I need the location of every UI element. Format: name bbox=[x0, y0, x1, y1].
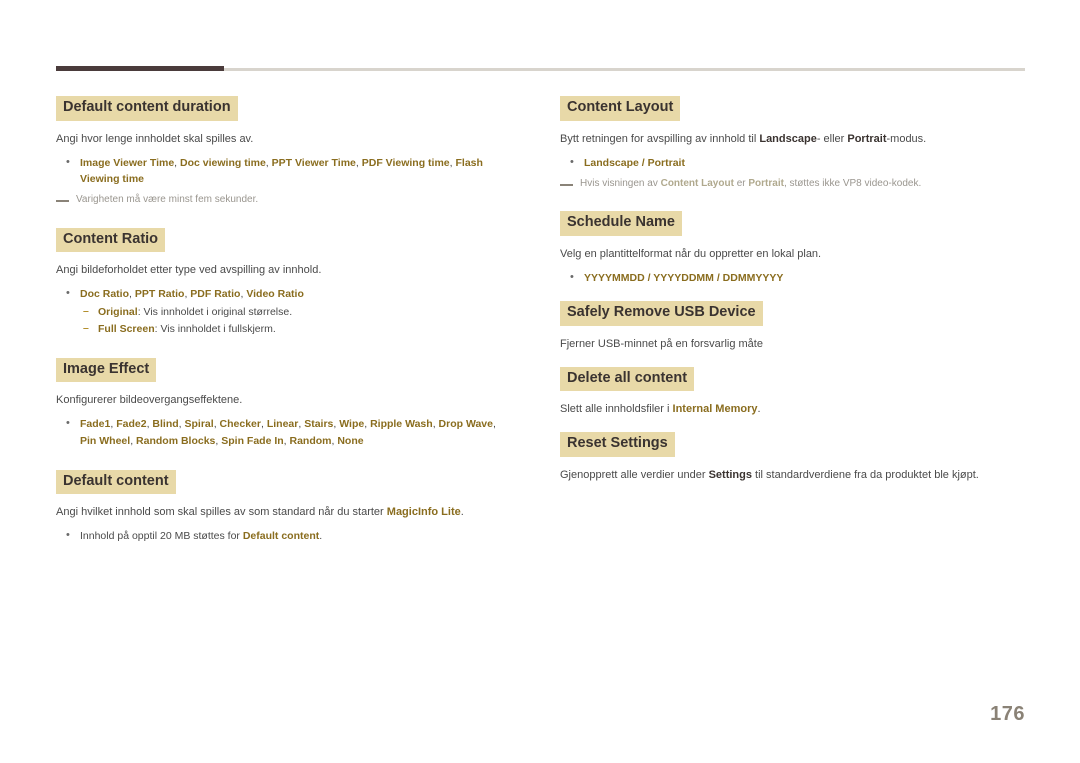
section-title: Schedule Name bbox=[560, 211, 682, 236]
section-image-effect: Image Effect Konfigurerer bildeovergangs… bbox=[56, 357, 506, 449]
sub-list-item: Original: Vis innholdet i original størr… bbox=[80, 303, 506, 320]
section-description: Velg en plantittelformat når du opprette… bbox=[560, 247, 822, 260]
section-description: Konfigurerer bildeovergangseffektene. bbox=[56, 394, 243, 407]
section-title: Safely Remove USB Device bbox=[560, 301, 763, 326]
section-description: Slett alle innholdsfiler i Internal Memo… bbox=[560, 403, 761, 416]
list-item: Doc Ratio, PPT Ratio, PDF Ratio, Video R… bbox=[56, 285, 506, 337]
section-description: Bytt retningen for avspilling av innhold… bbox=[560, 132, 927, 145]
bullet-list: YYYYMMDD / YYYYDDMM / DDMMYYYY bbox=[560, 269, 1026, 286]
note: Varigheten må være minst fem sekunder. bbox=[56, 193, 506, 208]
section-description: Angi hvor lenge innholdet skal spilles a… bbox=[56, 132, 254, 145]
sub-bullet-list: Original: Vis innholdet i original størr… bbox=[80, 303, 506, 337]
bullet-list: Landscape / Portrait bbox=[560, 153, 1026, 170]
section-content-layout: Content Layout Bytt retningen for avspil… bbox=[560, 96, 1026, 191]
section-content-ratio: Content Ratio Angi bildeforholdet etter … bbox=[56, 227, 506, 337]
section-safely-remove-usb-device: Safely Remove USB Device Fjerner USB-min… bbox=[560, 301, 1026, 353]
page-number: 176 bbox=[990, 703, 1025, 725]
section-title: Default content bbox=[56, 469, 176, 495]
section-delete-all-content: Delete all content Slett alle innholdsfi… bbox=[560, 366, 1026, 419]
section-description: Fjerner USB-minnet på en forsvarlig måte bbox=[560, 337, 763, 350]
section-description: Gjenopprett alle verdier under Settings … bbox=[560, 468, 979, 481]
list-item: Fade1, Fade2, Blind, Spiral, Checker, Li… bbox=[56, 415, 506, 449]
section-title: Delete all content bbox=[560, 366, 695, 392]
section-reset-settings: Reset Settings Gjenopprett alle verdier … bbox=[560, 432, 1026, 484]
section-title: Image Effect bbox=[56, 357, 157, 383]
section-title: Content Layout bbox=[560, 96, 681, 121]
bullet-list: Fade1, Fade2, Blind, Spiral, Checker, Li… bbox=[56, 415, 506, 449]
section-title: Content Ratio bbox=[56, 227, 166, 253]
section-description: Angi bildeforholdet etter type ved avspi… bbox=[56, 264, 322, 277]
bullet-list: Innhold på opptil 20 MB støttes for Defa… bbox=[56, 527, 506, 544]
bullet-list: Image Viewer Time, Doc viewing time, PPT… bbox=[56, 154, 506, 188]
section-default-content-duration: Default content duration Angi hvor lenge… bbox=[56, 96, 506, 208]
left-column: Default content duration Angi hvor lenge… bbox=[56, 96, 506, 546]
right-column: Content Layout Bytt retningen for avspil… bbox=[560, 96, 1026, 484]
list-item: Innhold på opptil 20 MB støttes for Defa… bbox=[56, 527, 506, 544]
section-schedule-name: Schedule Name Velg en plantittelformat n… bbox=[560, 211, 1026, 286]
sub-list-item: Full Screen: Vis innholdet i fullskjerm. bbox=[80, 320, 506, 337]
document-page: Default content duration Angi hvor lenge… bbox=[0, 0, 1080, 763]
list-item-text: Doc Ratio, PPT Ratio, PDF Ratio, Video R… bbox=[80, 288, 304, 301]
section-default-content: Default content Angi hvilket innhold som… bbox=[56, 469, 506, 545]
list-item: Image Viewer Time, Doc viewing time, PPT… bbox=[56, 154, 506, 188]
list-item: Landscape / Portrait bbox=[560, 153, 1026, 170]
section-description: Angi hvilket innhold som skal spilles av… bbox=[56, 506, 464, 519]
note: Hvis visningen av Content Layout er Port… bbox=[560, 177, 1026, 192]
content-columns: Default content duration Angi hvor lenge… bbox=[0, 0, 1080, 763]
bullet-list: Doc Ratio, PPT Ratio, PDF Ratio, Video R… bbox=[56, 285, 506, 337]
list-item: YYYYMMDD / YYYYDDMM / DDMMYYYY bbox=[560, 269, 1026, 286]
section-title: Default content duration bbox=[56, 96, 238, 121]
section-title: Reset Settings bbox=[560, 432, 675, 457]
